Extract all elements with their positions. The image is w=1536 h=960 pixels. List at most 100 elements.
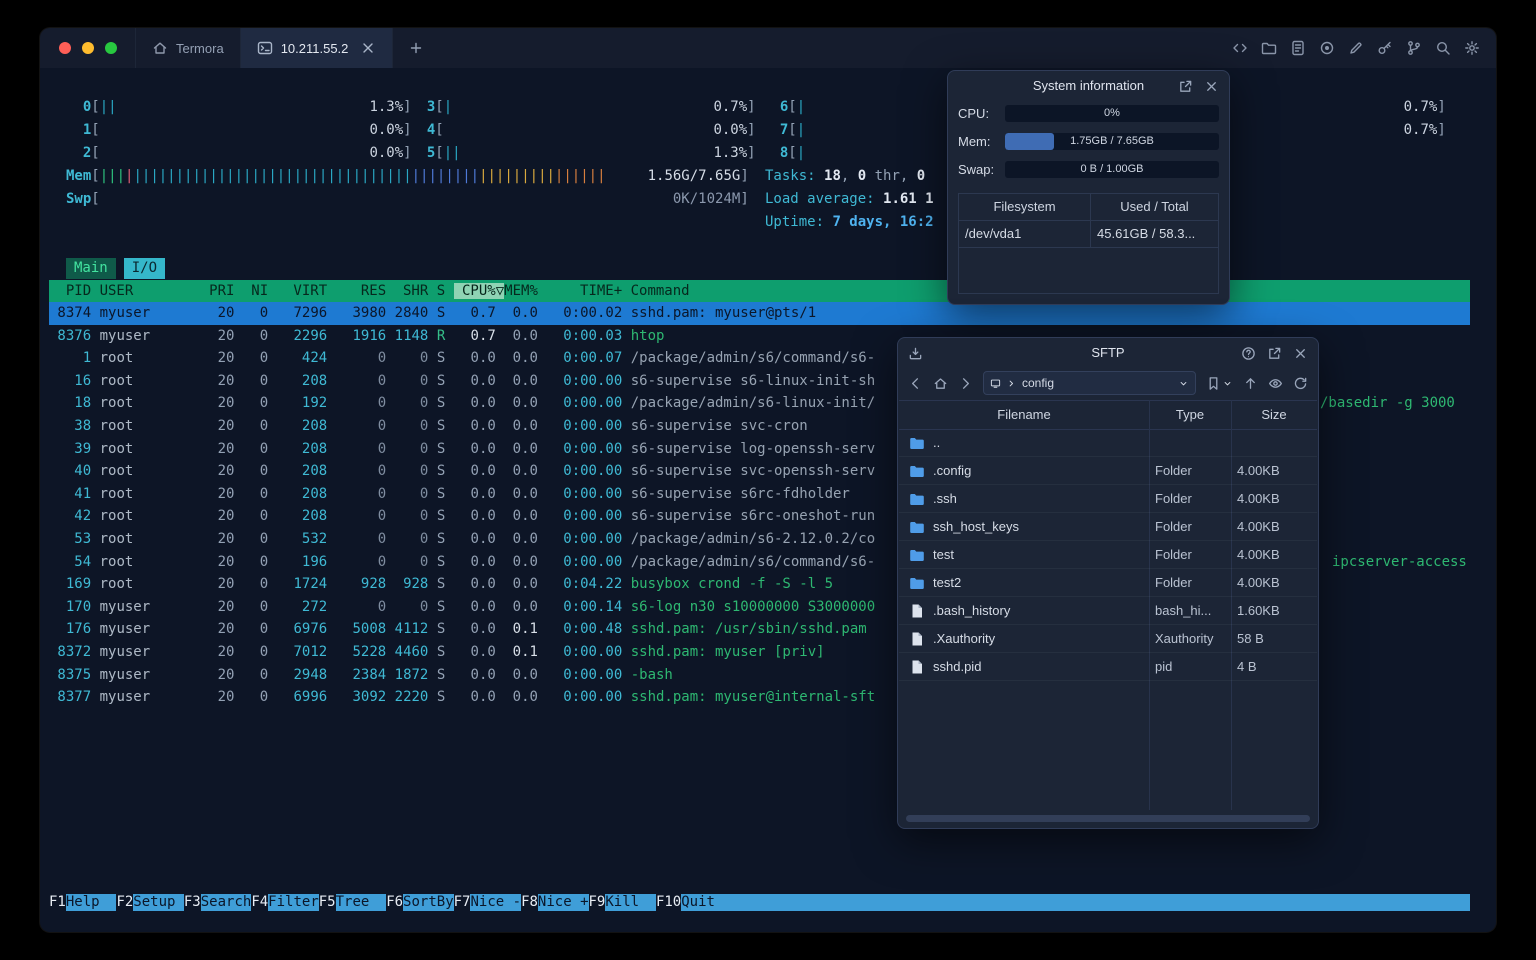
fn-f8-nice[interactable]: F8 Nice + xyxy=(521,894,589,911)
code-icon[interactable] xyxy=(1232,40,1248,56)
sftp-row-[interactable]: .. xyxy=(899,429,1317,457)
htop-tab-main[interactable]: Main xyxy=(66,258,116,279)
sftp-row-bash-history[interactable]: .bash_history bash_hi... 1.60KB xyxy=(899,597,1317,625)
file-size-cell: 4.00KB xyxy=(1237,575,1280,590)
file-name: .. xyxy=(933,435,941,450)
back-icon[interactable] xyxy=(908,376,923,391)
htop-tab-i-o[interactable]: I/O xyxy=(123,258,166,279)
record-icon[interactable] xyxy=(1319,40,1335,56)
close-tab-icon[interactable] xyxy=(360,40,376,56)
fn-key-label: SortBy xyxy=(403,894,454,911)
app-window: Termora 10.211.55.2 0[|| 1.3%] 1[0.0%] 2[0… xyxy=(40,28,1496,932)
file-name-cell: .bash_history xyxy=(899,603,1149,619)
sftp-panel: SFTP config Filename Type Size .. .confi… xyxy=(897,337,1319,829)
fn-f6-sortby[interactable]: F6 SortBy xyxy=(386,894,454,911)
column-header-type[interactable]: Type xyxy=(1149,401,1231,429)
sftp-row-ssh[interactable]: .ssh Folder 4.00KB xyxy=(899,485,1317,513)
key-icon[interactable] xyxy=(1377,40,1393,56)
cpu-meter-0: 0[|| 1.3%] xyxy=(66,99,412,115)
file-type-cell: Folder xyxy=(1155,491,1192,506)
refresh-icon[interactable] xyxy=(1293,376,1308,391)
fn-f3-search[interactable]: F3 Search xyxy=(183,894,252,911)
sftp-toolbar: config xyxy=(898,368,1318,398)
file-size-cell: 58 B xyxy=(1237,631,1264,646)
column-header-filename[interactable]: Filename xyxy=(899,401,1149,429)
session-tabs: Termora 10.211.55.2 xyxy=(135,28,394,68)
close-icon[interactable] xyxy=(1204,79,1219,94)
chevron-down-icon[interactable] xyxy=(1178,378,1189,389)
filesystem-row-dev-vda1[interactable]: /dev/vda1 45.61GB / 58.3... xyxy=(959,221,1218,248)
minimize-window-button[interactable] xyxy=(82,42,94,54)
sysinfo-panel-header: System information xyxy=(948,71,1229,101)
bookmark-icon[interactable] xyxy=(1206,376,1221,391)
branch-icon[interactable] xyxy=(1406,40,1422,56)
caret-down-icon[interactable] xyxy=(1222,378,1233,389)
folder-icon[interactable] xyxy=(1261,40,1277,56)
sftp-row-sshd-pid[interactable]: sshd.pid pid 4 B xyxy=(899,653,1317,681)
terminal-icon xyxy=(257,40,273,56)
session-tab-termora[interactable]: Termora xyxy=(135,28,241,68)
close-icon[interactable] xyxy=(1293,346,1308,361)
cpu-meter-3: 3[| 0.7%] xyxy=(410,99,756,115)
fn-key-number: F9 xyxy=(588,894,606,910)
path-breadcrumb[interactable]: config xyxy=(983,371,1196,395)
tab-label: Termora xyxy=(176,40,224,56)
file-name: ssh_host_keys xyxy=(933,519,1019,534)
file-name-cell: ssh_host_keys xyxy=(899,519,1149,535)
fn-key-label: Tree xyxy=(335,894,387,911)
gear-icon[interactable] xyxy=(1464,40,1480,56)
sftp-row-ssh-host-keys[interactable]: ssh_host_keys Folder 4.00KB xyxy=(899,513,1317,541)
file-type-cell: bash_hi... xyxy=(1155,603,1212,618)
cpu-meter-1: 1[0.0%] xyxy=(66,122,412,138)
notes-icon[interactable] xyxy=(1290,40,1306,56)
fn-f7-nice[interactable]: F7 Nice - xyxy=(454,894,522,911)
new-tab-button[interactable] xyxy=(403,35,429,61)
metric-label: CPU: xyxy=(958,106,990,121)
horizontal-scrollbar[interactable] xyxy=(906,815,1310,822)
external-link-icon[interactable] xyxy=(1178,79,1193,94)
fn-f2-setup[interactable]: F2 Setup xyxy=(116,894,184,911)
monitor-icon xyxy=(990,378,1001,389)
eye-icon[interactable] xyxy=(1268,376,1283,391)
up-directory-icon[interactable] xyxy=(1243,376,1258,391)
sort-column-cpu[interactable]: CPU%▽ xyxy=(453,283,505,299)
fn-key-number: F3 xyxy=(183,894,201,910)
session-tab-10-211-55-2[interactable]: 10.211.55.2 xyxy=(240,28,394,68)
process-table-header[interactable]: PID USER PRI NI VIRT RES SHR S CPU%▽MEM%… xyxy=(49,280,1470,302)
column-header-size[interactable]: Size xyxy=(1231,401,1317,429)
folder-icon xyxy=(909,519,925,535)
sftp-row-test[interactable]: test Folder 4.00KB xyxy=(899,541,1317,569)
fn-f10-quit[interactable]: F10 Quit xyxy=(656,894,732,911)
pencil-icon[interactable] xyxy=(1348,40,1364,56)
file-name: sshd.pid xyxy=(933,659,982,674)
file-type-cell: pid xyxy=(1155,659,1173,674)
tasks-line: Tasks: 18, 0 thr, 0 xyxy=(765,168,926,184)
metric-value: 0 B / 1.00GB xyxy=(1080,163,1144,175)
file-size-cell: 4.00KB xyxy=(1237,463,1280,478)
file-icon xyxy=(909,603,925,619)
help-icon[interactable] xyxy=(1241,346,1256,361)
sftp-row-config[interactable]: .config Folder 4.00KB xyxy=(899,457,1317,485)
fn-f5-tree[interactable]: F5 Tree xyxy=(319,894,387,911)
current-path[interactable]: config xyxy=(1022,376,1054,390)
fn-f4-filter[interactable]: F4 Filter xyxy=(251,894,319,911)
file-name: .config xyxy=(933,463,972,478)
search-icon[interactable] xyxy=(1435,40,1451,56)
home-icon[interactable] xyxy=(933,376,948,391)
external-link-icon[interactable] xyxy=(1267,346,1282,361)
fn-f9-kill[interactable]: F9 Kill xyxy=(589,894,656,911)
forward-icon[interactable] xyxy=(958,376,973,391)
fn-bar-filler xyxy=(731,894,1470,911)
fn-key-label: Setup xyxy=(133,894,184,911)
fn-f1-help[interactable]: F1 Help xyxy=(49,894,117,911)
close-window-button[interactable] xyxy=(59,42,71,54)
process-row-8374[interactable]: 8374 myuser 20 0 7296 3980 2840 S 0.7 0.… xyxy=(49,302,1470,325)
sftp-row-xauthority[interactable]: .Xauthority Xauthority 58 B xyxy=(899,625,1317,653)
zoom-window-button[interactable] xyxy=(105,42,117,54)
filesystem-table-header: Filesystem Used / Total xyxy=(959,194,1218,221)
bookmark-control[interactable] xyxy=(1206,376,1233,391)
swap-meter: Swp[0K/1024M] xyxy=(66,191,749,207)
sftp-row-test2[interactable]: test2 Folder 4.00KB xyxy=(899,569,1317,597)
memory-meter: Mem[||||||||||||||||||||||||||||||||||||… xyxy=(66,168,749,184)
file-name-cell: .Xauthority xyxy=(899,631,1149,647)
